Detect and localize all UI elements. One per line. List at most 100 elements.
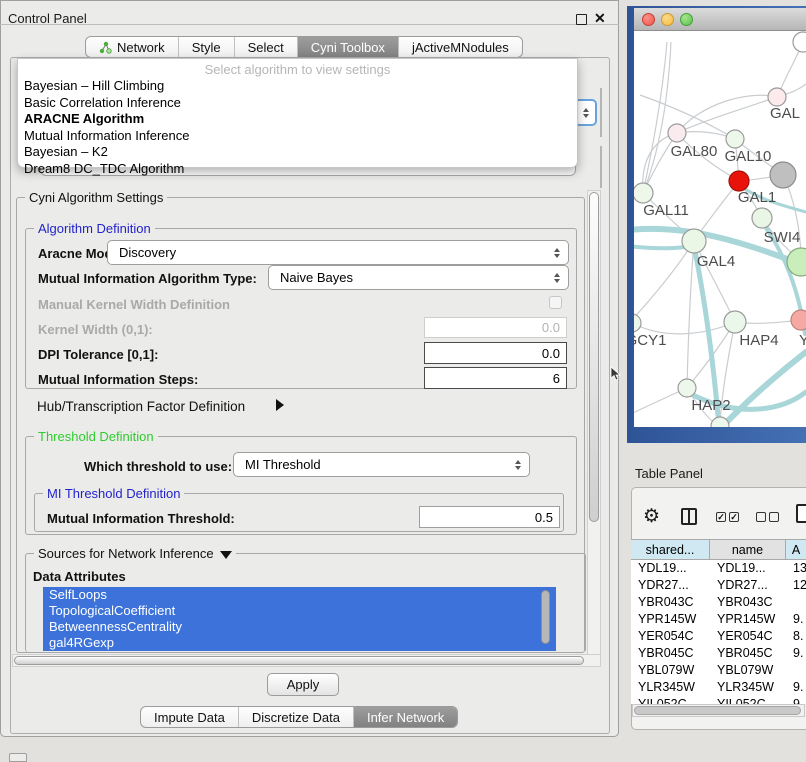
table-cell: YBR043C xyxy=(631,594,710,611)
dpi-tolerance-input[interactable]: 0.0 xyxy=(424,342,567,364)
table-panel-title: Table Panel xyxy=(635,466,703,481)
deselect-all-checkbox-icon2[interactable] xyxy=(769,512,779,522)
mi-threshold-input[interactable]: 0.5 xyxy=(419,506,560,528)
tab-infer-network[interactable]: Infer Network xyxy=(354,707,457,727)
aracne-mode-combo[interactable]: Discovery xyxy=(107,240,569,265)
cyni-bottom-tabbar: Impute Data Discretize Data Infer Networ… xyxy=(140,706,458,728)
new-table-page-icon[interactable] xyxy=(796,504,806,523)
network-node[interactable] xyxy=(770,162,796,188)
network-window-titlebar[interactable] xyxy=(634,8,806,31)
tab-discretize-data[interactable]: Discretize Data xyxy=(239,707,354,727)
sources-collapse-arrow-icon[interactable] xyxy=(220,551,232,559)
network-edge-highlighted[interactable] xyxy=(722,352,806,427)
algorithm-option-bayesian-hill-climbing[interactable]: Bayesian – Hill Climbing xyxy=(24,78,164,93)
close-icon[interactable]: ✕ xyxy=(594,10,606,27)
mi-threshold-label: Mutual Information Threshold: xyxy=(47,511,235,526)
table-row[interactable]: YBL079WYBL079W xyxy=(631,662,806,679)
manual-kernel-width-checkbox[interactable] xyxy=(549,296,562,309)
table-cell: YPR145W xyxy=(710,611,786,628)
select-all-checkbox-icon2[interactable]: ✓ xyxy=(729,512,739,522)
attr-item-gal4rgexp[interactable]: gal4RGexp xyxy=(43,635,556,651)
algorithm-option-basic-correlation[interactable]: Basic Correlation Inference xyxy=(24,95,181,110)
table-row[interactable]: YPR145WYPR145W9. xyxy=(631,611,806,628)
table-cell: YBR043C xyxy=(710,594,786,611)
table-row[interactable]: YBR043CYBR043C xyxy=(631,594,806,611)
network-edge[interactable] xyxy=(687,241,694,388)
tab-network[interactable]: Network xyxy=(86,37,179,57)
data-attributes-list[interactable]: SelfLoops TopologicalCoefficient Between… xyxy=(43,587,556,651)
table-cell: YLR345W xyxy=(631,679,710,696)
zoom-traffic-icon[interactable] xyxy=(680,13,693,26)
hidden-group-edge xyxy=(600,88,602,137)
tab-jactivemnodules[interactable]: jActiveMNodules xyxy=(399,37,522,57)
attr-item-selfloops[interactable]: SelfLoops xyxy=(43,587,556,603)
settings-horizontal-scrollbar-thumb[interactable] xyxy=(14,656,584,665)
column-header-name[interactable]: name xyxy=(710,539,786,560)
network-node[interactable] xyxy=(634,183,653,203)
network-node[interactable] xyxy=(793,32,806,52)
tab-network-label: Network xyxy=(117,40,165,55)
float-window-icon[interactable] xyxy=(576,14,587,25)
column-header-shared-name[interactable]: shared... xyxy=(631,539,710,560)
tab-select[interactable]: Select xyxy=(235,37,298,57)
minimize-traffic-icon[interactable] xyxy=(661,13,674,26)
table-row[interactable]: YBR045CYBR045C9. xyxy=(631,645,806,662)
kernel-width-input[interactable]: 0.0 xyxy=(424,317,567,338)
network-node[interactable] xyxy=(768,88,786,106)
network-edge[interactable] xyxy=(677,97,777,133)
table-cell: YBR045C xyxy=(710,645,786,662)
attr-list-scrollbar-thumb[interactable] xyxy=(541,590,550,644)
column-header-partial[interactable]: A xyxy=(786,539,806,560)
network-edge[interactable] xyxy=(634,241,694,320)
minimized-panel-icon[interactable] xyxy=(9,753,27,762)
algorithm-option-dream8[interactable]: Dream8 DC_TDC Algorithm xyxy=(24,161,184,176)
gear-icon[interactable]: ⚙ xyxy=(643,505,660,528)
mi-steps-input[interactable]: 6 xyxy=(424,367,567,389)
algorithm-option-bayesian-k2[interactable]: Bayesian – K2 xyxy=(24,144,108,159)
network-node[interactable] xyxy=(724,311,746,333)
table-row[interactable]: YER054CYER054C8. xyxy=(631,628,806,645)
sources-title-text: Sources for Network Inference xyxy=(38,546,214,561)
tab-cyni-toolbox[interactable]: Cyni Toolbox xyxy=(298,37,399,57)
network-node-label: GAL xyxy=(770,105,800,122)
table-cell xyxy=(786,662,806,679)
tab-impute-data[interactable]: Impute Data xyxy=(141,707,239,727)
network-node[interactable] xyxy=(726,130,744,148)
table-body[interactable]: YDL19...YDL19...13YDR27...YDR27...12YBR0… xyxy=(631,560,806,704)
network-node[interactable] xyxy=(729,171,749,191)
network-node[interactable] xyxy=(791,310,806,330)
network-node[interactable] xyxy=(668,124,686,142)
deselect-all-checkbox-icon[interactable] xyxy=(756,512,766,522)
algorithm-option-aracne[interactable]: ARACNE Algorithm xyxy=(24,111,144,126)
algorithm-option-mutual-information[interactable]: Mutual Information Inference xyxy=(24,128,189,143)
table-horizontal-scrollbar-thumb[interactable] xyxy=(634,706,801,715)
control-panel-tabbar: Network Style Select Cyni Toolbox jActiv… xyxy=(85,36,523,58)
columns-icon[interactable] xyxy=(681,508,697,525)
table-row[interactable]: YIL052CYIL052C9 xyxy=(631,696,806,704)
settings-vertical-scrollbar-thumb[interactable] xyxy=(589,192,599,522)
which-threshold-combo[interactable]: MI Threshold xyxy=(233,452,530,477)
hub-expand-arrow-icon[interactable] xyxy=(276,399,284,411)
algorithm-definition-title: Algorithm Definition xyxy=(34,221,155,236)
network-node[interactable] xyxy=(682,229,706,253)
table-row[interactable]: YDL19...YDL19...13 xyxy=(631,560,806,577)
network-node[interactable] xyxy=(634,314,641,332)
which-threshold-label: Which threshold to use: xyxy=(84,459,232,474)
network-node[interactable] xyxy=(752,208,772,228)
mi-threshold-definition-title: MI Threshold Definition xyxy=(43,486,184,501)
select-all-checkbox-icon[interactable]: ✓ xyxy=(716,512,726,522)
attr-item-topologicalcoefficient[interactable]: TopologicalCoefficient xyxy=(43,603,556,619)
table-cell: YER054C xyxy=(710,628,786,645)
network-view[interactable]: GALGAL80GAL10GAL1GAL11SWI4GAL4GCY1HAP4YH… xyxy=(634,31,806,427)
network-node[interactable] xyxy=(678,379,696,397)
table-cell: YDR27... xyxy=(710,577,786,594)
network-node-label: Y xyxy=(799,332,806,349)
attr-item-betweennesscentrality[interactable]: BetweennessCentrality xyxy=(43,619,556,635)
table-row[interactable]: YDR27...YDR27...12 xyxy=(631,577,806,594)
apply-button[interactable]: Apply xyxy=(267,673,339,696)
tab-style[interactable]: Style xyxy=(179,37,235,57)
table-cell: YIL052C xyxy=(631,696,710,704)
mi-algorithm-type-combo[interactable]: Naive Bayes xyxy=(268,265,569,290)
close-traffic-icon[interactable] xyxy=(642,13,655,26)
table-row[interactable]: YLR345WYLR345W9. xyxy=(631,679,806,696)
